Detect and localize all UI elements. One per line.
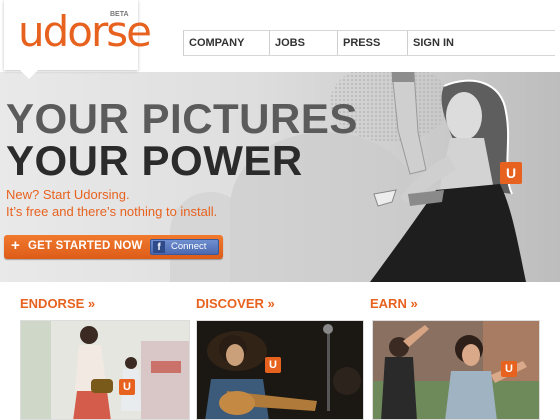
beta-badge: BETA [110,11,129,18]
earn-link[interactable]: EARN » [370,296,418,311]
earn-thumbnail[interactable]: U [372,320,540,420]
udorse-badge-icon: U [265,357,281,373]
plus-icon: + [11,237,20,254]
discover-thumbnail[interactable]: U [196,320,364,420]
hero-headline-line1: YOUR PICTURES [6,95,358,142]
endorse-link[interactable]: ENDORSE » [20,296,95,311]
top-nav: COMPANY JOBS PRESS SIGN IN [183,30,555,56]
site-header: udorse BETA COMPANY JOBS PRESS SIGN IN [0,0,560,79]
hero-subtext-line2: It’s free and there’s nothing to install… [6,204,218,219]
nav-press[interactable]: PRESS [337,31,407,55]
hero-subtext-line1: New? Start Udorsing. [6,187,130,202]
udorse-badge-icon: U [501,361,517,377]
get-started-button[interactable]: + GET STARTED NOW f Connect [4,235,223,259]
nav-sign-in[interactable]: SIGN IN [407,31,487,55]
hero-headline-line2: YOUR POWER [6,137,303,184]
nav-jobs[interactable]: JOBS [269,31,337,55]
hero-woman-photo [370,72,526,282]
hero-banner: U YOUR PICTURES YOUR POWER New? Start Ud… [0,72,560,282]
udorse-badge-icon: U [500,162,522,184]
nav-company[interactable]: COMPANY [183,31,269,55]
udorse-badge-icon: U [119,379,135,395]
logo: udorse [18,7,152,56]
discover-link[interactable]: DISCOVER » [196,296,275,311]
logo-link[interactable]: udorse BETA [4,0,152,79]
facebook-connect-label: Connect [171,241,207,252]
facebook-connect-button[interactable]: f Connect [150,239,219,255]
feature-sections: ENDORSE » U DISCOVER » U EARN » U [0,282,560,420]
endorse-photo [21,321,189,419]
endorse-thumbnail[interactable]: U [20,320,190,420]
facebook-icon: f [153,241,165,253]
get-started-label: GET STARTED NOW [28,240,143,252]
